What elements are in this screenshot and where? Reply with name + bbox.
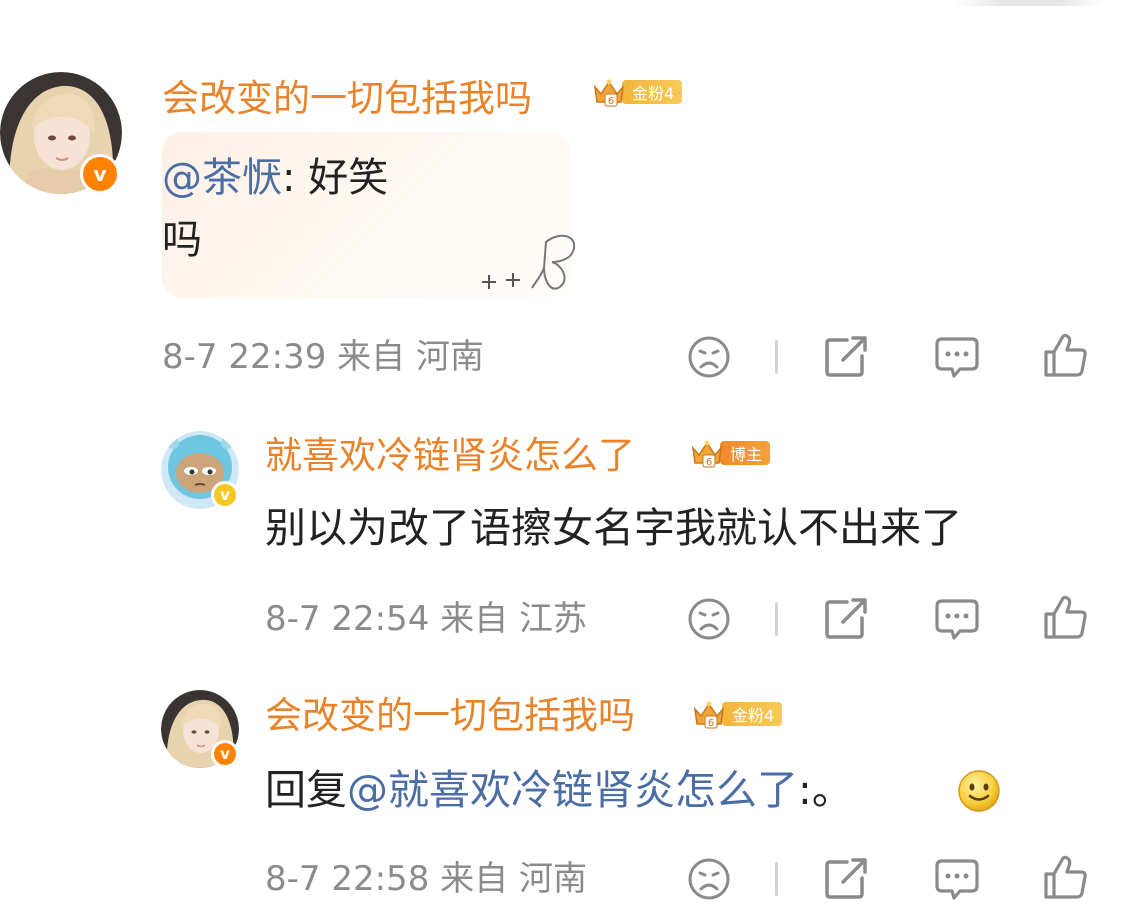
- divider: [775, 862, 778, 896]
- comment-meta: 8-7 22:54 来自 江苏: [265, 602, 587, 636]
- badge-label: 金粉4: [722, 702, 783, 726]
- fan-badge[interactable]: 6 金粉4: [592, 79, 683, 107]
- comment-meta: 8-7 22:58 来自 河南: [265, 862, 587, 896]
- timestamp: 8-7 22:54: [265, 599, 430, 639]
- username[interactable]: 会改变的一切包括我吗: [162, 80, 532, 117]
- like-icon[interactable]: [1042, 854, 1088, 900]
- mention-link[interactable]: @茶恹: [162, 155, 282, 201]
- butterfly-icon: [482, 234, 576, 290]
- avatar[interactable]: v: [161, 431, 239, 509]
- divider: [775, 340, 778, 374]
- reply-prefix: 回复: [265, 766, 347, 814]
- comment-meta: 8-7 22:39 来自 河南: [162, 340, 484, 374]
- badge-label: 金粉4: [622, 80, 683, 104]
- comment-icon[interactable]: [934, 334, 980, 380]
- comment-text-line2: 吗: [162, 217, 202, 263]
- avatar[interactable]: v: [0, 72, 122, 194]
- badge-level: 6: [708, 718, 714, 729]
- divider: [775, 602, 778, 636]
- location: 来自 河南: [440, 859, 587, 899]
- location: 来自 江苏: [440, 599, 587, 639]
- comment-suffix: :。: [798, 766, 853, 814]
- comment-icon[interactable]: [934, 596, 980, 642]
- sad-face-icon[interactable]: [686, 596, 732, 642]
- share-icon[interactable]: [823, 334, 869, 380]
- like-icon[interactable]: [1042, 332, 1088, 378]
- verified-badge: v: [80, 154, 120, 194]
- comment-text: @茶恹: 好笑: [162, 158, 388, 198]
- comment-thread: v 会改变的一切包括我吗 6 金粉4 @茶恹: 好笑 吗 8-7 22:39 来…: [0, 0, 1140, 906]
- crown-icon: 6: [693, 701, 725, 729]
- top-edge: [955, 0, 1105, 6]
- avatar[interactable]: v: [161, 690, 239, 768]
- verified-mark: v: [220, 745, 230, 763]
- smile-emoji-icon: [958, 770, 1000, 812]
- badge-label: 博主: [720, 441, 771, 465]
- crown-icon: 6: [593, 79, 625, 107]
- crown-icon: 6: [691, 440, 723, 468]
- timestamp: 8-7 22:58: [265, 859, 430, 899]
- share-icon[interactable]: [823, 856, 869, 902]
- sad-face-icon[interactable]: [686, 856, 732, 902]
- verified-mark: v: [220, 486, 230, 504]
- share-icon[interactable]: [823, 596, 869, 642]
- timestamp: 8-7 22:39: [162, 337, 327, 377]
- verified-badge: v: [211, 481, 239, 509]
- fan-badge[interactable]: 6 金粉4: [692, 701, 783, 729]
- mention-link[interactable]: @就喜欢冷链肾炎怎么了: [347, 766, 798, 814]
- sad-face-icon[interactable]: [686, 334, 732, 380]
- host-badge[interactable]: 6 博主: [690, 440, 771, 468]
- comment-text: 回复@就喜欢冷链肾炎怎么了:。: [265, 770, 853, 811]
- verified-badge: v: [211, 740, 239, 768]
- comment-text: 别以为改了语擦女名字我就认不出来了: [265, 504, 962, 552]
- comment-icon[interactable]: [934, 856, 980, 902]
- like-icon[interactable]: [1042, 594, 1088, 640]
- username[interactable]: 就喜欢冷链肾炎怎么了: [265, 437, 635, 474]
- badge-level: 6: [608, 96, 614, 107]
- location: 来自 河南: [337, 337, 484, 377]
- comment-text-line1: : 好笑: [282, 155, 389, 201]
- verified-mark: v: [93, 162, 107, 186]
- username[interactable]: 会改变的一切包括我吗: [265, 697, 635, 734]
- badge-level: 6: [706, 457, 712, 468]
